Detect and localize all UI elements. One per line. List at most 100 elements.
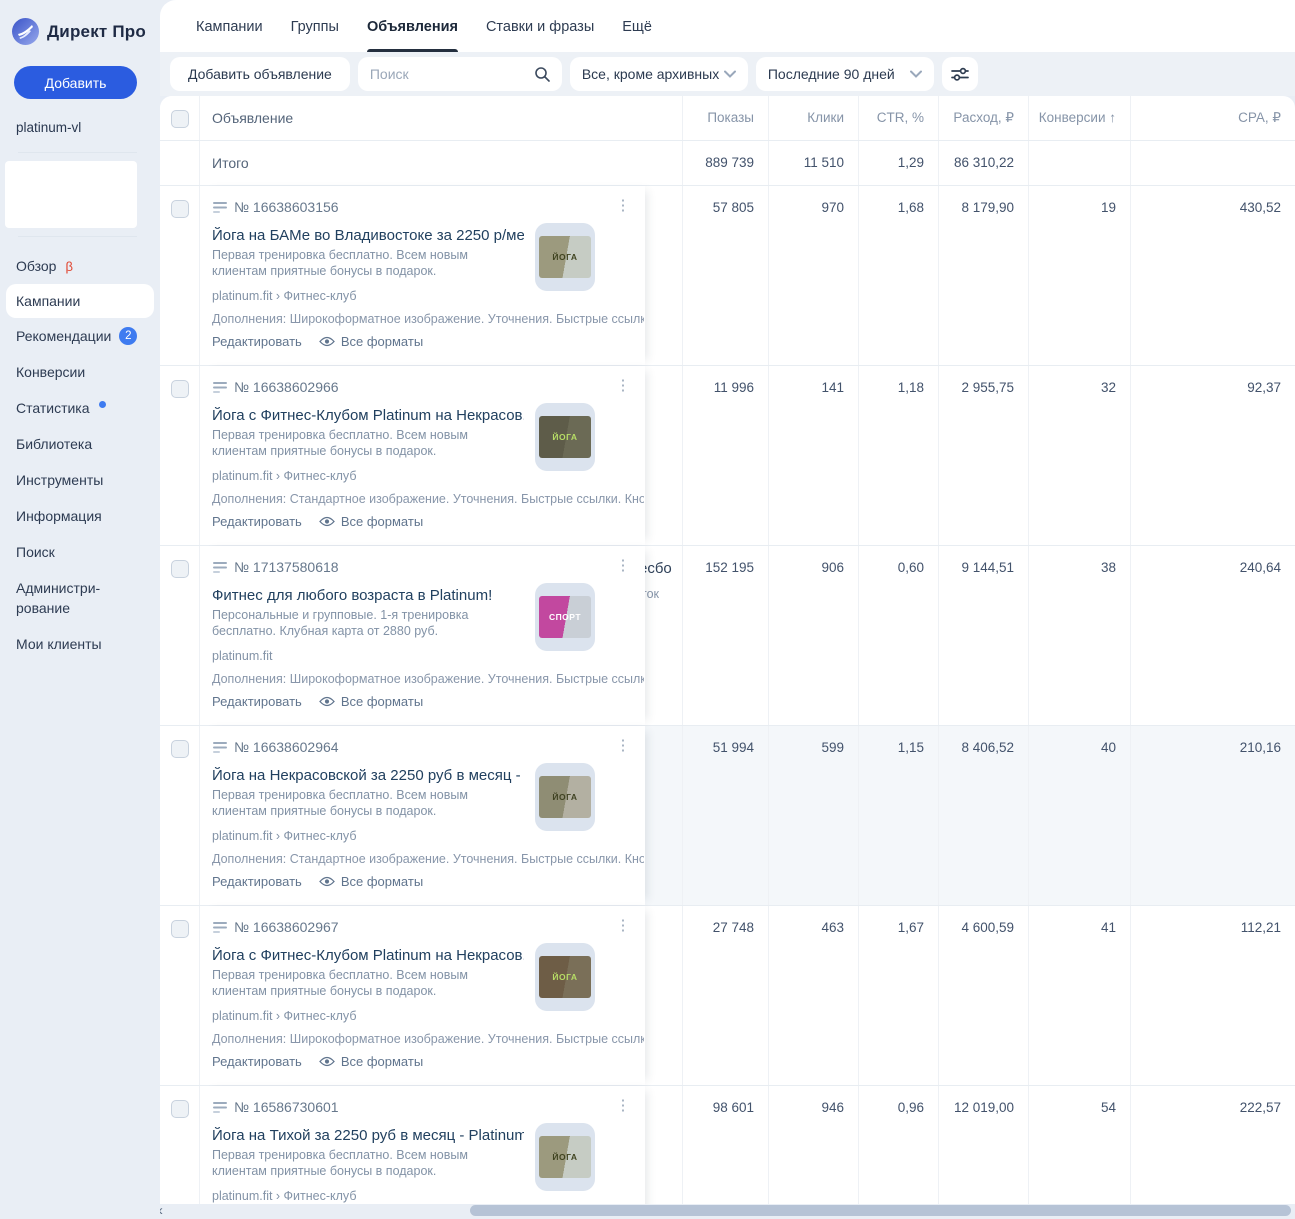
- column-header-cpa[interactable]: CPA, ₽: [1130, 96, 1295, 140]
- sidebar-menu: Обзор β Кампании Рекомендации 2 Конверси…: [0, 248, 160, 662]
- edit-link[interactable]: Редактировать: [212, 1054, 302, 1069]
- ad-domain: platinum.fit › Фитнес-клуб: [212, 1009, 357, 1023]
- sidebar-item-campaigns[interactable]: Кампании: [6, 284, 154, 318]
- collapse-panel-icon[interactable]: ‹: [158, 1202, 174, 1219]
- tab-bids-phrases[interactable]: Ставки и фразы: [486, 0, 594, 52]
- row-menu-icon[interactable]: ⋮: [614, 1096, 632, 1116]
- ad-domain: platinum.fit › Фитнес-клуб: [212, 829, 357, 843]
- row-menu-icon[interactable]: ⋮: [614, 556, 632, 576]
- account-name[interactable]: platinum-vl: [16, 120, 81, 135]
- ad-title-link[interactable]: Йога на БАМе во Владивостоке за 2250 р/м…: [212, 227, 524, 244]
- ad-id[interactable]: № 17137580618: [234, 559, 339, 575]
- account-logo-placeholder: [5, 161, 137, 228]
- ad-description: Персональные и групповые. 1-я тренировка…: [212, 608, 469, 638]
- tab-more[interactable]: Ещё: [622, 0, 652, 52]
- ad-id[interactable]: № 16586730601: [234, 1099, 339, 1115]
- column-header-impressions[interactable]: Показы: [682, 96, 768, 140]
- all-formats-link[interactable]: Все форматы: [318, 874, 423, 889]
- sidebar-divider: [18, 152, 137, 153]
- ad-additions: Дополнения: Стандартное изображение. Уто…: [212, 492, 644, 506]
- row-checkbox[interactable]: [170, 920, 189, 938]
- all-formats-link[interactable]: Все форматы: [318, 694, 423, 709]
- ad-thumbnail[interactable]: ЙОГА: [535, 1123, 595, 1191]
- table-row: № 16638603156 ⋮ Йога на БАМе во Владивос…: [160, 186, 1295, 366]
- ad-id[interactable]: № 16638602966: [234, 379, 339, 395]
- cell-ctr: 0,60: [858, 546, 938, 725]
- beta-badge: β: [65, 258, 73, 274]
- ad-id[interactable]: № 16638603156: [234, 199, 339, 215]
- sidebar-item-library[interactable]: Библиотека: [0, 426, 160, 462]
- totals-impressions: 889 739: [682, 141, 768, 185]
- sidebar-item-statistics[interactable]: Статистика: [0, 390, 160, 426]
- sidebar-item-search[interactable]: Поиск: [0, 534, 160, 570]
- row-menu-icon[interactable]: ⋮: [614, 736, 632, 756]
- row-checkbox[interactable]: [170, 560, 189, 578]
- ad-title-link[interactable]: Йога на Тихой за 2250 руб в месяц - Plat…: [212, 1127, 524, 1144]
- status-filter-select[interactable]: Все, кроме архивных: [569, 57, 748, 91]
- ad-title-link[interactable]: Фитнес для любого возраста в Platinum!: [212, 587, 524, 604]
- ad-title-link[interactable]: Йога с Фитнес-Клубом Platinum на Некрасо…: [212, 407, 524, 424]
- totals-conversions: [1028, 141, 1130, 185]
- row-menu-icon[interactable]: ⋮: [614, 916, 632, 936]
- sidebar-item-administration[interactable]: Администри-рование: [0, 570, 140, 626]
- thumbnail-text: ЙОГА: [552, 972, 578, 982]
- all-formats-link[interactable]: Все форматы: [318, 1054, 423, 1069]
- add-button[interactable]: Добавить: [14, 66, 137, 99]
- column-header-conversions[interactable]: Конверсии ↑: [1028, 96, 1130, 140]
- edit-link[interactable]: Редактировать: [212, 334, 302, 349]
- sidebar-item-overview[interactable]: Обзор β: [0, 248, 160, 284]
- toolbar: Добавить объявление Все, кроме архивных …: [160, 52, 1295, 96]
- edit-link[interactable]: Редактировать: [212, 694, 302, 709]
- edit-link[interactable]: Редактировать: [212, 514, 302, 529]
- ad-thumbnail[interactable]: СПОРТ: [535, 583, 595, 651]
- all-formats-link[interactable]: Все форматы: [318, 334, 423, 349]
- column-header-ctr[interactable]: CTR, %: [858, 96, 938, 140]
- ad-thumbnail[interactable]: ЙОГА: [535, 223, 595, 291]
- row-menu-icon[interactable]: ⋮: [614, 376, 632, 396]
- row-checkbox[interactable]: [170, 1100, 189, 1118]
- tab-groups[interactable]: Группы: [291, 0, 339, 52]
- sidebar-item-recommendations[interactable]: Рекомендации 2: [0, 318, 160, 354]
- sidebar-item-conversions[interactable]: Конверсии: [0, 354, 160, 390]
- ad-thumbnail[interactable]: ЙОГА: [535, 403, 595, 471]
- column-header-clicks[interactable]: Клики: [768, 96, 858, 140]
- sidebar-item-my-clients[interactable]: Мои клиенты: [0, 626, 160, 662]
- select-all-checkbox[interactable]: [170, 110, 189, 128]
- column-header-cost[interactable]: Расход, ₽: [938, 96, 1028, 140]
- row-checkbox[interactable]: [170, 740, 189, 758]
- table-header-row: Объявление Показы Клики CTR, % Расход, ₽…: [160, 96, 1295, 141]
- columns-settings-button[interactable]: [941, 57, 978, 91]
- ad-title-link[interactable]: Йога на Некрасовской за 2250 руб в месяц…: [212, 767, 524, 784]
- all-formats-link[interactable]: Все форматы: [318, 514, 423, 529]
- ad-id[interactable]: № 16638602964: [234, 739, 339, 755]
- app-logo[interactable]: Директ Про: [0, 0, 160, 45]
- horizontal-scrollbar[interactable]: [470, 1205, 1291, 1216]
- table-row: № 16638602966 ⋮ Йога с Фитнес-Клубом Pla…: [160, 366, 1295, 546]
- ad-id[interactable]: № 16638602967: [234, 919, 339, 935]
- period-filter-select[interactable]: Последние 90 дней: [755, 57, 934, 91]
- ad-title-link[interactable]: Йога с Фитнес-Клубом Platinum на Некрасо…: [212, 947, 524, 964]
- sidebar-item-information[interactable]: Информация: [0, 498, 160, 534]
- totals-label: Итого: [212, 155, 249, 171]
- cell-ctr: 1,15: [858, 726, 938, 905]
- add-ad-button[interactable]: Добавить объявление: [170, 57, 350, 91]
- tab-ads[interactable]: Объявления: [366, 0, 458, 52]
- statistics-dot-badge: [98, 400, 106, 408]
- search-input[interactable]: [369, 66, 530, 82]
- cell-cost: 8 179,90: [938, 186, 1028, 365]
- row-menu-icon[interactable]: ⋮: [614, 196, 632, 216]
- tab-campaigns[interactable]: Кампании: [196, 0, 263, 52]
- search-box[interactable]: [357, 57, 562, 91]
- cell-cost: 8 406,52: [938, 726, 1028, 905]
- cell-conversions: 54: [1028, 1086, 1130, 1204]
- row-checkbox[interactable]: [170, 200, 189, 218]
- chevron-down-icon: [723, 70, 736, 78]
- ad-thumbnail[interactable]: ЙОГА: [535, 943, 595, 1011]
- sidebar-item-tools[interactable]: Инструменты: [0, 462, 160, 498]
- cell-impressions: 51 994: [682, 726, 768, 905]
- cell-cost: 9 144,51: [938, 546, 1028, 725]
- ad-thumbnail[interactable]: ЙОГА: [535, 763, 595, 831]
- row-checkbox[interactable]: [170, 380, 189, 398]
- cell-conversions: 19: [1028, 186, 1130, 365]
- edit-link[interactable]: Редактировать: [212, 874, 302, 889]
